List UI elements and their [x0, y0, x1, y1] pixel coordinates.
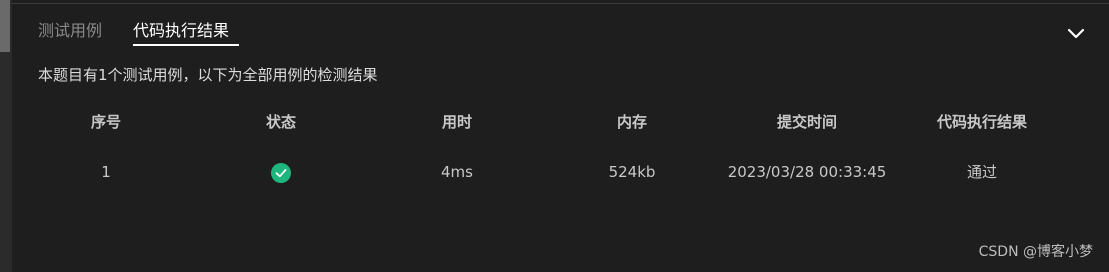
left-scrollbar-track[interactable]	[0, 0, 12, 272]
row-result: 通过	[966, 163, 997, 181]
result-summary: 本题目有1个测试用例，以下为全部用例的检测结果	[38, 66, 378, 84]
header-result: 代码执行结果	[936, 113, 1027, 131]
tab-test-cases[interactable]: 测试用例	[38, 20, 102, 42]
chevron-down-icon	[1067, 28, 1085, 39]
check-circle-icon	[271, 163, 291, 183]
header-submit-time: 提交时间	[776, 113, 837, 131]
row-submit-time: 2023/03/28 00:33:45	[727, 163, 887, 181]
collapse-button[interactable]	[1065, 22, 1087, 44]
row-index: 1	[101, 163, 111, 181]
row-time: 4ms	[441, 163, 473, 181]
tab-code-result[interactable]: 代码执行结果	[133, 20, 229, 42]
watermark: CSDN @博客小梦	[978, 244, 1093, 260]
row-memory: 524kb	[608, 163, 656, 181]
active-tab-indicator	[133, 44, 239, 46]
header-time: 用时	[441, 113, 472, 131]
header-index: 序号	[90, 113, 121, 131]
scrollbar-thumb[interactable]	[0, 0, 10, 52]
header-memory: 内存	[616, 113, 647, 131]
result-panel: 测试用例 代码执行结果 本题目有1个测试用例，以下为全部用例的检测结果 序号 状…	[12, 4, 1109, 272]
header-status: 状态	[265, 113, 296, 131]
